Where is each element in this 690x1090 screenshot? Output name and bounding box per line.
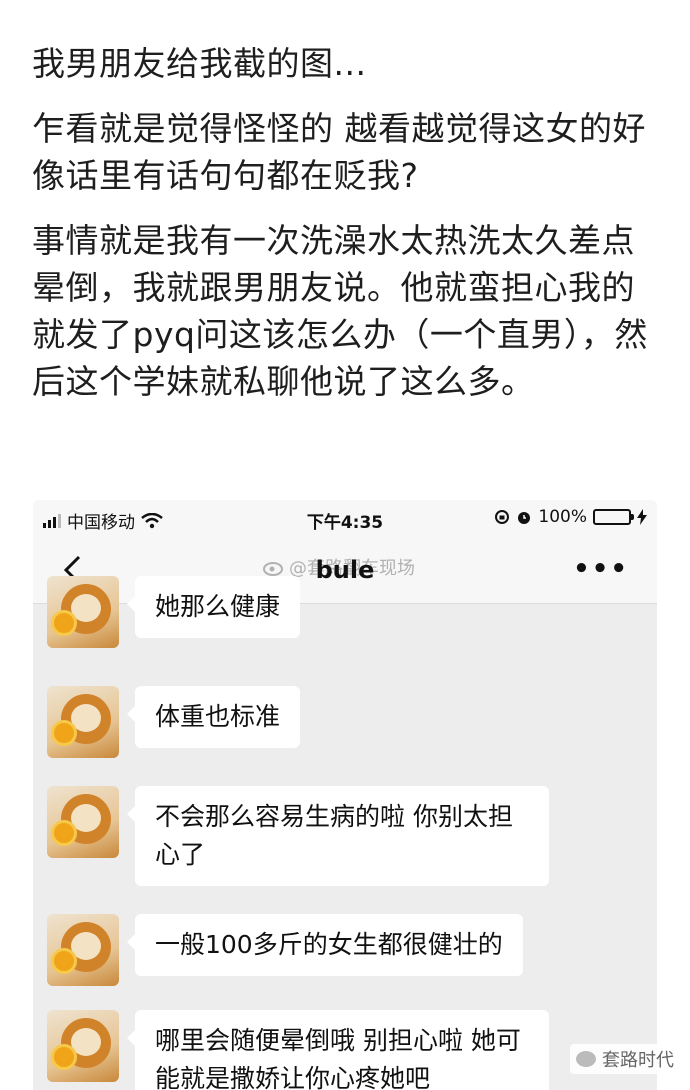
- chat-screenshot: 中国移动 下午4:35 100% @套路翻车现场 bule ••• 她那么健康 …: [33, 500, 657, 1090]
- battery-icon: [593, 509, 634, 525]
- wechat-icon: [576, 1051, 596, 1067]
- message-row: 体重也标准: [47, 686, 301, 758]
- post-paragraph-1: 我男朋友给我截的图...: [32, 44, 367, 83]
- status-bar: 中国移动 下午4:35 100%: [33, 500, 657, 536]
- message-bubble: 她那么健康: [126, 576, 301, 638]
- corner-watermark-text: 套路时代: [602, 1050, 674, 1071]
- corner-watermark: 套路时代: [570, 1044, 680, 1074]
- avatar[interactable]: [47, 786, 119, 858]
- post-paragraph-2: 乍看就是觉得怪怪的 越看越觉得这女的好像话里有话句句都在贬我?: [32, 109, 646, 195]
- avatar[interactable]: [47, 576, 119, 648]
- message-bubble: 体重也标准: [126, 686, 301, 748]
- alarm-icon: [518, 512, 531, 524]
- message-row: 哪里会随便晕倒哦 别担心啦 她可能就是撒娇让你心疼她吧: [47, 1010, 549, 1090]
- message-bubble: 哪里会随便晕倒哦 别担心啦 她可能就是撒娇让你心疼她吧: [127, 1010, 549, 1090]
- avatar[interactable]: [47, 914, 119, 986]
- post-paragraph-3: 事情就是我有一次洗澡水太热洗太久差点晕倒，我就跟男朋友说。他就蛮担心我的就发了p…: [32, 221, 648, 401]
- post-body: 我男朋友给我截的图... 乍看就是觉得怪怪的 越看越觉得这女的好像话里有话句句都…: [32, 40, 662, 423]
- avatar[interactable]: [47, 1010, 119, 1082]
- battery-percent: 100%: [538, 507, 587, 527]
- rotation-lock-icon: [495, 510, 510, 524]
- message-row: 一般100多斤的女生都很健壮的: [47, 914, 523, 986]
- message-bubble: 一般100多斤的女生都很健壮的: [127, 914, 523, 976]
- avatar[interactable]: [47, 686, 119, 758]
- charging-icon: [637, 509, 647, 525]
- message-row: 她那么健康: [47, 576, 301, 648]
- more-icon[interactable]: •••: [573, 554, 629, 584]
- message-row: 不会那么容易生病的啦 你别太担心了: [47, 786, 549, 886]
- message-bubble: 不会那么容易生病的啦 你别太担心了: [127, 786, 549, 886]
